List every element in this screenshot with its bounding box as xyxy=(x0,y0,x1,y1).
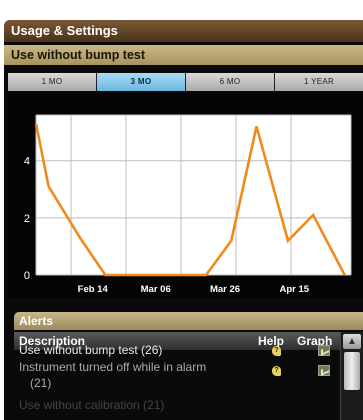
tab-6-months[interactable]: 6 MO xyxy=(186,73,274,91)
usage-settings-panel: Usage & Settings Use without bump test 1… xyxy=(4,20,363,420)
x-tick-label: Mar 26 xyxy=(210,284,240,295)
plot-area xyxy=(36,115,351,275)
range-tabs: 1 MO 3 MO 6 MO 1 YEAR xyxy=(8,73,363,91)
alert-row-calibration[interactable]: Use without calibration (21) xyxy=(19,398,164,413)
y-tick-label: 0 xyxy=(24,270,30,282)
alert-row-bump-test[interactable]: Use without bump test (26) xyxy=(19,343,162,358)
scroll-up-button[interactable]: ▲ xyxy=(343,334,361,349)
chart-svg: 0 2 4 Feb 14 Mar 06 Mar 26 Apr 15 xyxy=(8,93,363,298)
alert-row-off-in-alarm[interactable]: Instrument turned off while in alarm xyxy=(19,360,206,375)
graph-icon[interactable] xyxy=(318,345,330,356)
usage-line-chart: 0 2 4 Feb 14 Mar 06 Mar 26 Apr 15 xyxy=(8,93,363,303)
help-icon[interactable]: ? xyxy=(272,366,281,376)
chart-grid xyxy=(35,114,352,276)
alerts-scrollbar[interactable]: ▲ xyxy=(340,332,363,420)
alert-row-off-in-alarm-count: (21) xyxy=(30,376,52,390)
tab-1-year[interactable]: 1 YEAR xyxy=(275,73,363,91)
y-tick-label: 2 xyxy=(24,213,30,225)
x-tick-label: Mar 06 xyxy=(141,284,171,295)
chart-subtitle: Use without bump test xyxy=(4,45,363,65)
scroll-thumb[interactable] xyxy=(344,352,360,390)
tab-1-month[interactable]: 1 MO xyxy=(8,73,96,91)
graph-icon[interactable] xyxy=(318,365,330,376)
column-help[interactable]: Help xyxy=(258,334,284,348)
alerts-title: Alerts xyxy=(14,312,363,330)
panel-title: Usage & Settings xyxy=(4,20,363,42)
tab-3-months[interactable]: 3 MO xyxy=(97,73,185,91)
help-icon[interactable]: ? xyxy=(272,346,281,356)
x-tick-label: Apr 15 xyxy=(280,284,310,295)
x-tick-label: Feb 14 xyxy=(78,284,109,295)
y-tick-label: 4 xyxy=(24,156,30,168)
